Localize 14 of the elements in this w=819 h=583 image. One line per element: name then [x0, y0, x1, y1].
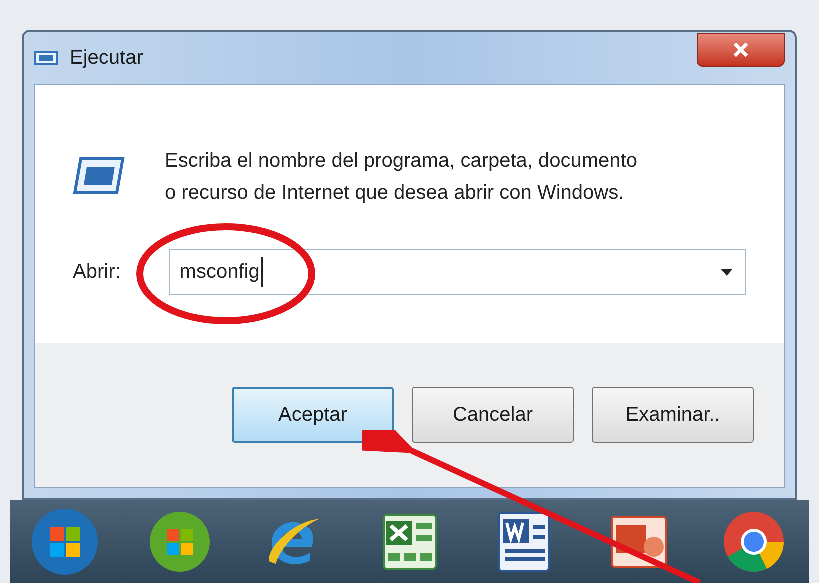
run-icon	[73, 155, 125, 197]
dropdown-arrow-icon	[721, 268, 733, 276]
window-title: Ejecutar	[70, 46, 144, 71]
start-orb-icon[interactable]	[30, 506, 100, 576]
close-icon	[732, 42, 750, 58]
dialog-button[interactable]: Examinar..	[592, 387, 754, 443]
dialog-button[interactable]: Aceptar	[232, 387, 394, 443]
close-button[interactable]	[697, 33, 785, 67]
instruction-text: o recurso de Internet que desea abrir con Windows.	[165, 181, 626, 206]
open-label: Abrir:	[73, 260, 122, 285]
dialog-button[interactable]: Cancelar	[412, 387, 574, 443]
open-combobox[interactable]: msconfig	[168, 249, 746, 295]
instruction-text: Escriba el nombre del programa, carpeta, documento	[165, 149, 638, 174]
run-icon	[34, 50, 60, 66]
